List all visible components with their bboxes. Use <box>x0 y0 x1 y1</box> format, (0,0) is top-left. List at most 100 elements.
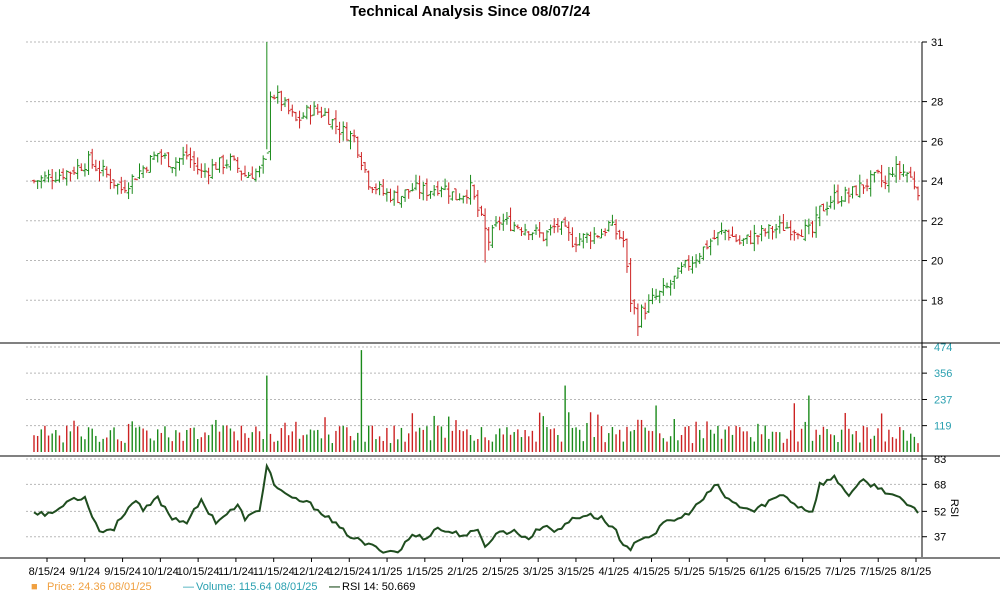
price-bar <box>770 225 775 240</box>
price-bar <box>675 267 680 279</box>
legend-rsi-label: RSI 14: 50.669 <box>342 581 415 593</box>
price-bar <box>119 176 124 194</box>
price-bar <box>82 163 87 177</box>
price-bar <box>857 174 862 198</box>
price-tick-label: 18 <box>931 295 943 307</box>
price-bar <box>766 224 771 239</box>
price-bar <box>672 275 677 289</box>
price-bar <box>235 157 240 173</box>
x-tick-label: 11/15/24 <box>253 566 295 578</box>
price-bar <box>348 130 353 150</box>
price-bar <box>828 195 833 209</box>
price-bar <box>384 188 389 202</box>
price-bar <box>242 165 247 177</box>
rsi-tick-label: 83 <box>934 454 946 466</box>
rsi-tick-label: 37 <box>934 532 946 544</box>
price-bar <box>464 189 469 204</box>
price-bar <box>130 174 135 194</box>
price-bar <box>566 221 571 241</box>
price-bar <box>297 110 302 129</box>
price-bar <box>581 233 586 249</box>
price-bar <box>774 223 779 239</box>
price-bar <box>195 157 200 175</box>
price-bar <box>101 159 106 177</box>
price-bar <box>352 129 357 143</box>
price-bar <box>486 227 491 251</box>
price-bar <box>446 182 451 204</box>
price-bar <box>46 169 51 183</box>
price-bar <box>617 229 622 240</box>
price-bar <box>526 231 531 240</box>
price-bar <box>472 184 477 200</box>
price-bar <box>690 256 695 274</box>
price-bar <box>610 214 615 226</box>
price-bar <box>497 216 502 231</box>
price-tick-label: 31 <box>931 37 943 49</box>
price-bar <box>712 229 717 240</box>
price-bar <box>170 167 175 174</box>
price-bar <box>213 161 218 170</box>
price-bar <box>595 235 600 239</box>
price-bar <box>199 163 204 178</box>
price-bar <box>908 166 913 178</box>
price-bar <box>752 224 757 252</box>
x-tick-label: 3/15/25 <box>558 566 595 578</box>
price-bar <box>654 288 659 300</box>
price-bar <box>832 184 837 210</box>
technical-analysis-chart: Technical Analysis Since 08/07/24 18 20 22… <box>0 3 1000 593</box>
price-bar <box>490 224 495 249</box>
price-bar <box>821 203 826 212</box>
price-bar <box>162 152 167 159</box>
price-bar <box>104 166 109 178</box>
price-bar <box>905 171 910 183</box>
price-grid <box>26 41 922 301</box>
x-tick-label: 2/1/25 <box>447 566 478 578</box>
price-bar <box>734 234 739 243</box>
price-bars <box>32 42 920 337</box>
price-bar <box>264 42 269 160</box>
price-bar <box>541 232 546 242</box>
legend-volume-marker: — <box>183 581 194 593</box>
legend: ■ Price: 24.36 08/01/25 — Volume: 115.64… <box>31 581 415 593</box>
price-bar <box>61 168 66 180</box>
price-bar <box>432 185 437 197</box>
price-bar <box>373 183 378 195</box>
price-bar <box>577 233 582 246</box>
price-bar <box>523 223 528 236</box>
price-bar <box>326 108 331 125</box>
price-bar <box>785 221 790 229</box>
rsi-axis-ticks: 37 52 68 83 <box>934 454 946 544</box>
x-tick-label: 5/1/25 <box>674 566 705 578</box>
price-bar <box>388 188 393 203</box>
price-bar <box>272 94 277 100</box>
x-tick-label: 4/1/25 <box>598 566 629 578</box>
price-bar <box>563 216 568 227</box>
price-bar <box>708 238 713 256</box>
price-tick-label: 24 <box>931 176 943 188</box>
price-bar <box>450 191 455 201</box>
price-bar <box>32 179 36 184</box>
x-tick-label: 7/1/25 <box>825 566 856 578</box>
price-bar <box>741 238 746 246</box>
price-bar <box>468 174 473 205</box>
price-bar <box>50 168 55 190</box>
volume-tick-label: 119 <box>934 421 952 433</box>
price-bar <box>835 184 840 205</box>
price-bar <box>894 156 899 183</box>
price-bar <box>453 188 458 201</box>
price-bar <box>537 221 542 238</box>
price-bar <box>730 226 735 238</box>
price-bar <box>686 255 691 271</box>
price-bar <box>184 144 189 160</box>
price-bar <box>239 170 244 181</box>
price-bar <box>759 225 764 242</box>
price-bar <box>475 190 480 218</box>
x-tick-label: 8/15/24 <box>29 566 66 578</box>
price-bar <box>683 259 688 268</box>
price-bar <box>435 181 440 196</box>
price-bar <box>479 205 484 216</box>
price-bar <box>232 155 237 161</box>
x-tick-label: 6/1/25 <box>750 566 781 578</box>
price-bar <box>530 232 535 241</box>
price-bar <box>606 220 611 232</box>
